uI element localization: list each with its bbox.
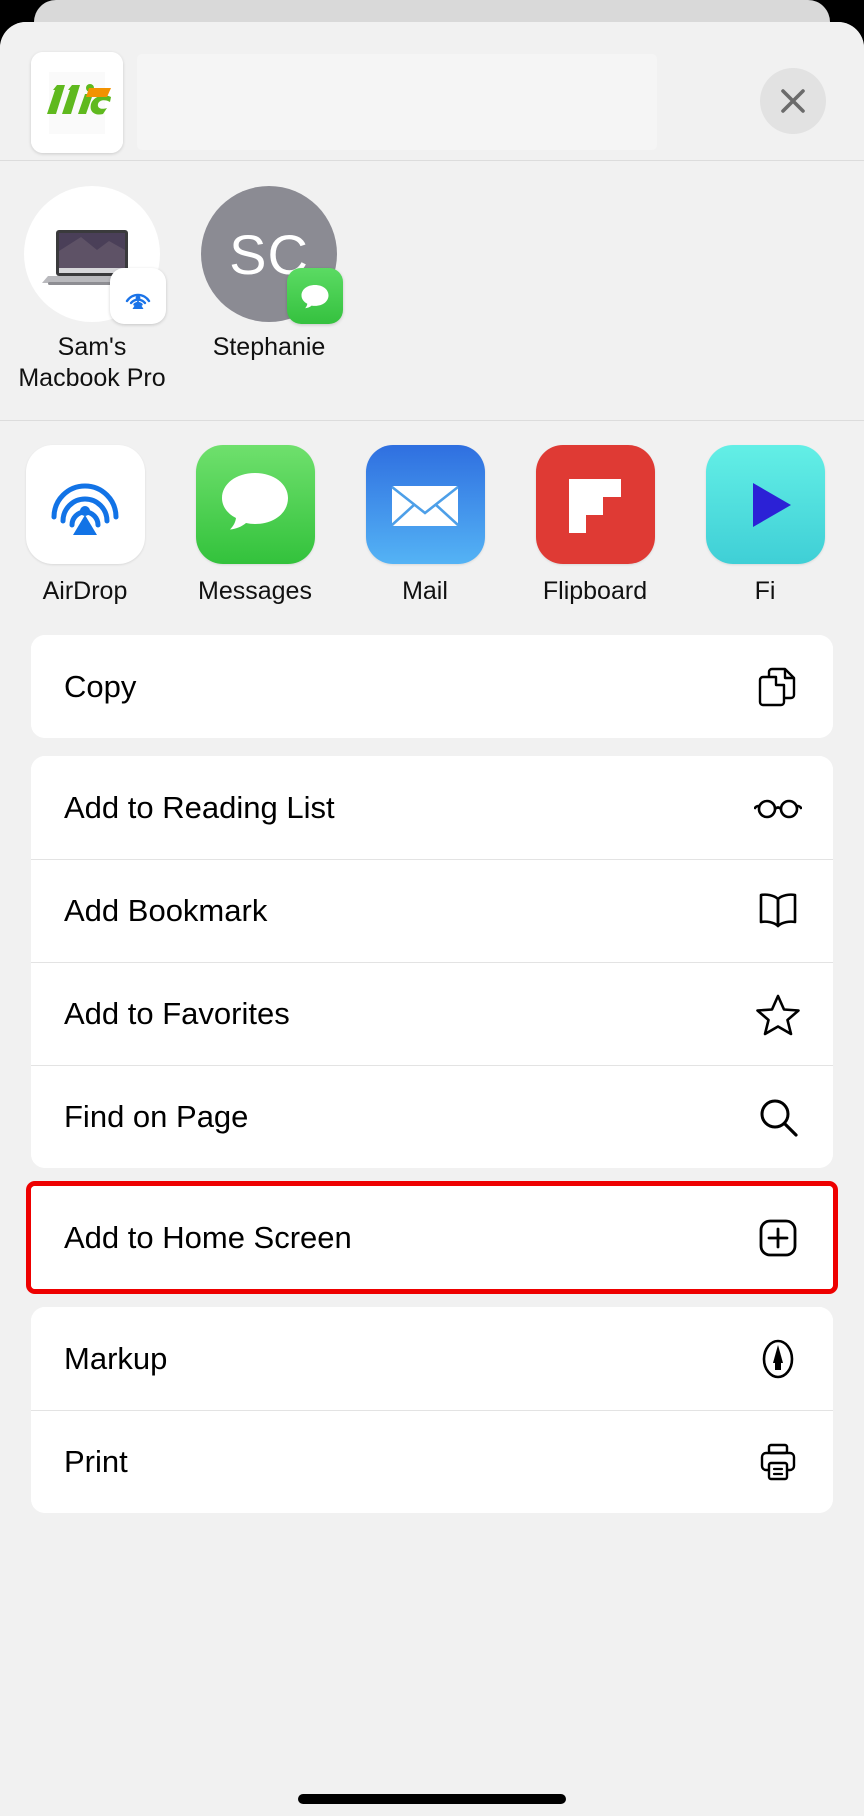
- action-label: Find on Page: [64, 1098, 249, 1134]
- airdrop-target-label-line1: Sam's: [57, 333, 127, 361]
- avatar-wrap: [24, 186, 166, 324]
- copy-documents-icon: [753, 662, 803, 712]
- action-group-add-to-home-screen: Add to Home Screen: [26, 1181, 838, 1294]
- action-row-add-to-reading-list[interactable]: Add to Reading List: [31, 756, 833, 859]
- action-group-safari-actions: Add to Reading List Add Bookmark Add to …: [31, 756, 833, 1168]
- action-groups: Copy Add to Reading List Add Bookmark Ad…: [0, 635, 864, 1513]
- app-label: AirDrop: [42, 577, 128, 605]
- action-label: Print: [64, 1443, 128, 1479]
- app-icon-tile: [705, 445, 825, 564]
- action-row-print[interactable]: Print: [31, 1410, 833, 1513]
- avatar-wrap: SC: [201, 186, 343, 324]
- glasses-icon: [753, 783, 803, 833]
- airdrop-target-label: Stephanie: [212, 333, 326, 361]
- home-indicator: [298, 1794, 566, 1804]
- app-icon-tile: [365, 445, 485, 564]
- page-title-field[interactable]: [137, 54, 657, 150]
- app-label: Fi: [754, 577, 776, 605]
- action-group-copy: Copy: [31, 635, 833, 738]
- airdrop-suggestions-row: Sam's Macbook Pro SC Stephanie: [0, 161, 864, 421]
- app-logo-11ic-icon: [31, 52, 123, 153]
- close-icon: [781, 89, 805, 113]
- airdrop-target-stephanie[interactable]: SC Stephanie: [184, 186, 354, 363]
- share-apps-row[interactable]: AirDrop Messages Mail Flipboard Fi: [0, 421, 864, 635]
- airdrop-target-label: Sam's Macbook Pro: [18, 332, 165, 394]
- plus-square-icon: [753, 1213, 803, 1263]
- action-label: Add to Favorites: [64, 995, 290, 1031]
- action-row-add-bookmark[interactable]: Add Bookmark: [31, 859, 833, 962]
- action-label: Add to Reading List: [64, 789, 335, 825]
- action-row-copy[interactable]: Copy: [31, 635, 833, 738]
- mail-icon: [391, 485, 459, 526]
- airdrop-icon: [51, 483, 119, 535]
- share-app-mail[interactable]: Mail: [340, 445, 510, 606]
- book-icon: [753, 886, 803, 936]
- action-row-add-to-favorites[interactable]: Add to Favorites: [31, 962, 833, 1065]
- action-label: Copy: [64, 668, 137, 704]
- share-sheet-header: [0, 22, 864, 161]
- messages-badge: [287, 268, 343, 324]
- app-icon-tile: [25, 445, 145, 564]
- airdrop-badge: [110, 268, 166, 324]
- action-group-markup-print: Markup Print: [31, 1307, 833, 1513]
- action-label: Add Bookmark: [64, 892, 268, 928]
- action-row-add-to-home-screen[interactable]: Add to Home Screen: [31, 1186, 833, 1289]
- flipboard-icon: [569, 478, 621, 533]
- airdrop-target-sams-macbook-pro[interactable]: Sam's Macbook Pro: [7, 186, 177, 394]
- share-sheet: Sam's Macbook Pro SC Stephanie AirDrop M…: [0, 22, 864, 1816]
- airdrop-target-label-line2: Macbook Pro: [18, 364, 166, 392]
- printer-icon: [753, 1437, 803, 1487]
- airdrop-icon: [125, 293, 151, 309]
- search-icon: [753, 1092, 803, 1142]
- markup-pen-icon: [753, 1334, 803, 1384]
- share-app-flipboard[interactable]: Flipboard: [510, 445, 680, 606]
- app-icon-tile: [535, 445, 655, 564]
- messages-icon: [222, 472, 288, 529]
- share-app-messages[interactable]: Messages: [170, 445, 340, 606]
- share-app-partial[interactable]: Fi: [680, 445, 850, 606]
- app-icon-tile: [195, 445, 315, 564]
- play-icon: [753, 482, 791, 527]
- star-icon: [753, 989, 803, 1039]
- messages-icon: [301, 285, 329, 309]
- app-label: Messages: [198, 577, 312, 605]
- action-row-find-on-page[interactable]: Find on Page: [31, 1065, 833, 1168]
- action-label: Markup: [64, 1340, 168, 1376]
- share-sheet-screen: Sam's Macbook Pro SC Stephanie AirDrop M…: [0, 0, 864, 1816]
- share-app-airdrop[interactable]: AirDrop: [0, 445, 170, 606]
- page-preview-thumbnail: [31, 52, 123, 153]
- app-label: Mail: [402, 577, 448, 605]
- action-label: Add to Home Screen: [64, 1219, 352, 1255]
- app-label: Flipboard: [542, 577, 648, 605]
- close-button[interactable]: [760, 68, 826, 134]
- action-row-markup[interactable]: Markup: [31, 1307, 833, 1410]
